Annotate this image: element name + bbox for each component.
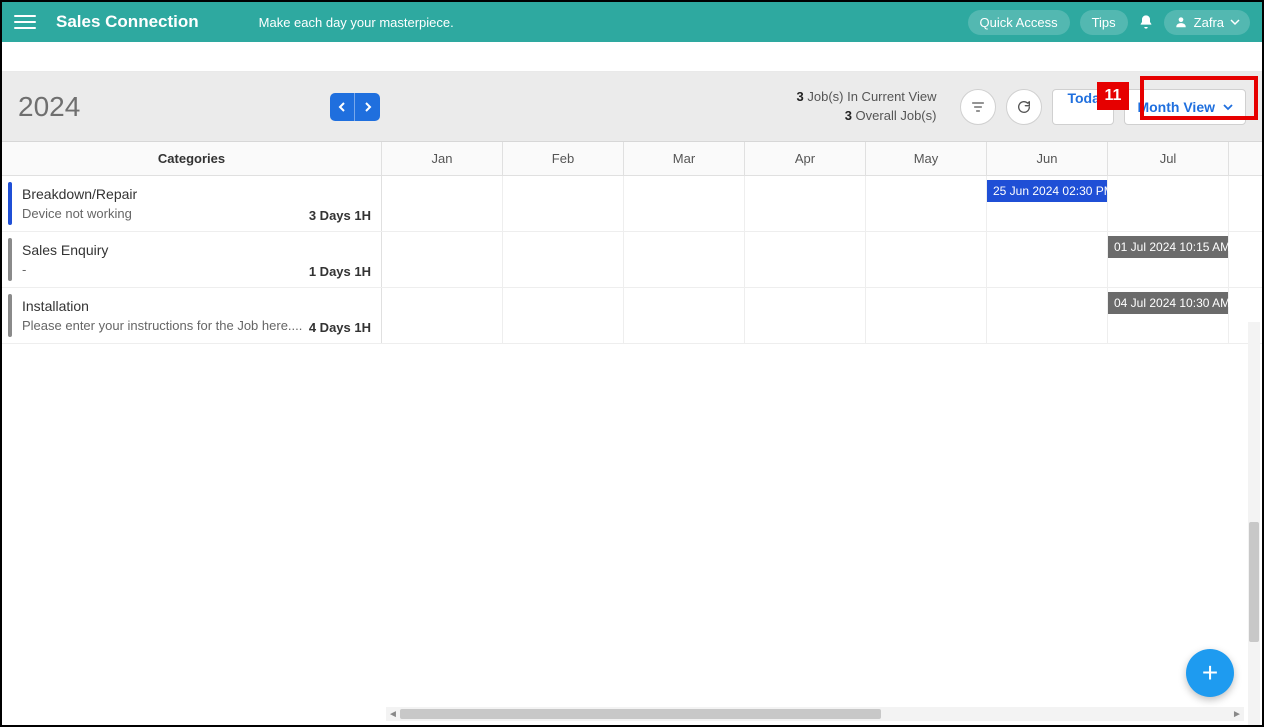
- scroll-track[interactable]: [400, 708, 1230, 720]
- job-counts: 3 Job(s) In Current View 3 Overall Job(s…: [797, 88, 937, 124]
- app-header: Sales Connection Make each day your mast…: [2, 2, 1262, 42]
- callout-badge: 11: [1097, 82, 1129, 110]
- category-color-bar: [8, 182, 12, 225]
- category-cell[interactable]: Breakdown/Repair Device not working3 Days…: [2, 176, 382, 231]
- schedule-row: Installation Please enter your instructio…: [2, 288, 1262, 344]
- filter-button[interactable]: [960, 89, 996, 125]
- scroll-thumb[interactable]: [1249, 522, 1259, 642]
- scroll-thumb[interactable]: [400, 709, 881, 719]
- view-dropdown-label: Month View: [1137, 99, 1215, 115]
- category-duration: 3 Days 1H: [309, 182, 371, 225]
- scroll-left-icon[interactable]: ◄: [386, 707, 400, 721]
- filter-icon: [970, 99, 986, 115]
- category-duration: 1 Days 1H: [309, 238, 371, 281]
- category-duration: 4 Days 1H: [309, 294, 371, 337]
- event-pill[interactable]: 04 Jul 2024 10:30 AM: [1108, 292, 1228, 314]
- tips-button[interactable]: Tips: [1080, 10, 1128, 35]
- next-button[interactable]: [355, 93, 380, 121]
- month-cell[interactable]: [745, 232, 866, 287]
- month-cell[interactable]: [866, 288, 987, 343]
- month-cell[interactable]: [624, 232, 745, 287]
- month-cell[interactable]: [745, 288, 866, 343]
- month-cell[interactable]: [987, 288, 1108, 343]
- horizontal-scrollbar[interactable]: ◄ ►: [386, 707, 1244, 721]
- category-title: Installation: [22, 298, 309, 314]
- month-cell[interactable]: 01 Jul 2024 10:15 AM: [1108, 232, 1229, 287]
- event-pill[interactable]: 25 Jun 2024 02:30 PM: [987, 180, 1107, 202]
- refresh-icon: [1016, 99, 1032, 115]
- person-icon: [1174, 15, 1188, 29]
- add-button[interactable]: +: [1186, 649, 1234, 697]
- chevron-left-icon: [337, 102, 347, 112]
- schedule-row: Sales Enquiry -1 Days 1H 01 Jul 2024 10:15…: [2, 232, 1262, 288]
- schedule-grid: Categories JanFebMarAprMayJunJul Breakdo…: [2, 142, 1262, 725]
- refresh-button[interactable]: [1006, 89, 1042, 125]
- brand-title: Sales Connection: [56, 12, 199, 32]
- category-subtitle: Please enter your instructions for the J…: [22, 318, 309, 333]
- month-cell[interactable]: [382, 176, 503, 231]
- month-cell[interactable]: [624, 176, 745, 231]
- month-cell[interactable]: 25 Jun 2024 02:30 PM: [987, 176, 1108, 231]
- month-cell[interactable]: [866, 232, 987, 287]
- chevron-right-icon: [363, 102, 373, 112]
- scroll-right-icon[interactable]: ►: [1230, 707, 1244, 721]
- hamburger-menu-icon[interactable]: [14, 11, 36, 33]
- categories-header: Categories: [2, 142, 382, 175]
- month-cell[interactable]: [745, 176, 866, 231]
- month-cell[interactable]: 04 Jul 2024 10:30 AM: [1108, 288, 1229, 343]
- month-header: Feb: [503, 142, 624, 175]
- year-label: 2024: [18, 91, 80, 123]
- grid-body: Breakdown/Repair Device not working3 Days…: [2, 176, 1262, 344]
- category-title: Breakdown/Repair: [22, 186, 309, 202]
- vertical-scrollbar[interactable]: [1248, 322, 1260, 725]
- month-cell[interactable]: [382, 288, 503, 343]
- month-header: Apr: [745, 142, 866, 175]
- month-cell[interactable]: [503, 176, 624, 231]
- month-header: Jan: [382, 142, 503, 175]
- category-cell[interactable]: Sales Enquiry -1 Days 1H: [2, 232, 382, 287]
- view-dropdown[interactable]: Month View: [1124, 89, 1246, 125]
- quick-access-button[interactable]: Quick Access: [968, 10, 1070, 35]
- date-nav: [330, 93, 380, 121]
- toolbar: 2024 3 Job(s) In Current View 3 Overall …: [2, 72, 1262, 142]
- month-cell[interactable]: [987, 232, 1108, 287]
- chevron-down-icon: [1223, 102, 1233, 112]
- category-color-bar: [8, 294, 12, 337]
- category-color-bar: [8, 238, 12, 281]
- prev-button[interactable]: [330, 93, 355, 121]
- month-header: Mar: [624, 142, 745, 175]
- category-subtitle: Device not working: [22, 206, 309, 221]
- plus-icon: +: [1202, 657, 1218, 689]
- category-title: Sales Enquiry: [22, 242, 309, 258]
- bell-icon[interactable]: [1138, 14, 1154, 30]
- month-cell[interactable]: [382, 232, 503, 287]
- month-cell[interactable]: [1108, 176, 1229, 231]
- category-subtitle: -: [22, 262, 309, 277]
- month-cell[interactable]: [503, 232, 624, 287]
- grid-header: Categories JanFebMarAprMayJunJul: [2, 142, 1262, 176]
- month-cell[interactable]: [503, 288, 624, 343]
- event-pill[interactable]: 01 Jul 2024 10:15 AM: [1108, 236, 1228, 258]
- month-header: Jul: [1108, 142, 1229, 175]
- sub-header-strip: [2, 42, 1262, 72]
- user-name: Zafra: [1194, 15, 1224, 30]
- category-cell[interactable]: Installation Please enter your instructio…: [2, 288, 382, 343]
- month-header: Jun: [987, 142, 1108, 175]
- month-header: May: [866, 142, 987, 175]
- month-cell[interactable]: [624, 288, 745, 343]
- month-cell[interactable]: [866, 176, 987, 231]
- tagline: Make each day your masterpiece.: [259, 15, 454, 30]
- user-menu[interactable]: Zafra: [1164, 10, 1250, 35]
- chevron-down-icon: [1230, 17, 1240, 27]
- schedule-row: Breakdown/Repair Device not working3 Days…: [2, 176, 1262, 232]
